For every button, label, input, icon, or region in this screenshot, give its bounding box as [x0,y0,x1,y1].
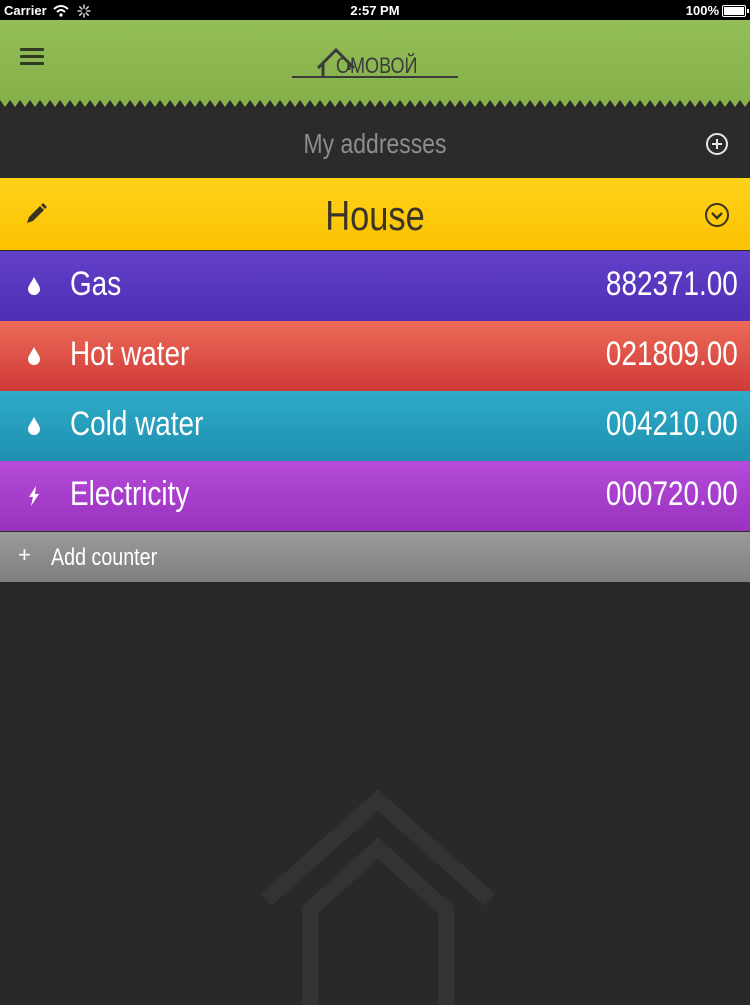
drop-icon [28,417,40,435]
house-watermark-icon [260,790,496,1005]
hamburger-line [20,54,44,58]
counter-value: 021809.00 [606,335,738,373]
status-bar: Carrier 2:57 PM 100% [0,0,750,20]
app-logo: ОМОВОЙ [292,44,462,84]
counter-row-cold-water[interactable]: Cold water 004210.00 [0,391,750,461]
counter-row-gas[interactable]: Gas 882371.00 [0,251,750,321]
drop-icon [28,347,40,365]
counter-label: Hot water [70,335,190,373]
hamburger-menu-icon [20,47,44,51]
counter-row-electricity[interactable]: Electricity 000720.00 [0,461,750,531]
counter-label: Gas [70,265,122,303]
header-zigzag-edge [0,98,750,107]
counter-value: 004210.00 [606,405,738,443]
address-header-house[interactable]: House [0,178,750,250]
counter-value: 882371.00 [606,265,738,303]
counter-row-hot-water[interactable]: Hot water 021809.00 [0,321,750,391]
counter-label: Cold water [70,405,204,443]
drop-icon [28,277,40,295]
clock: 2:57 PM [350,3,400,18]
lightning-icon [29,486,39,506]
hamburger-line [20,61,44,65]
address-name: House [325,192,425,239]
addresses-bar: My addresses [0,108,750,178]
pencil-icon [27,203,47,223]
battery-icon [722,4,749,17]
expand-address-button[interactable] [704,202,730,228]
battery-group: 100% [685,3,749,18]
add-counter-label: Add counter [51,544,158,571]
counter-value: 000720.00 [606,475,738,513]
add-counter-button[interactable]: + Add counter [0,532,750,582]
logo-text: ОМОВОЙ [336,53,418,78]
chevron-down-circle-icon [705,203,729,227]
menu-button[interactable] [20,44,48,68]
battery-percent: 100% [685,3,719,18]
counter-label: Electricity [70,475,190,513]
plus-icon: + [18,542,31,567]
addresses-title: My addresses [303,128,447,159]
add-address-button[interactable] [705,132,729,156]
edit-address-button[interactable] [24,202,48,226]
